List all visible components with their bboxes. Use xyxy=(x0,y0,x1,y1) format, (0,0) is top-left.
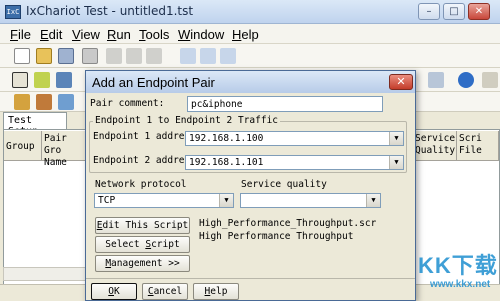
select-pair-icon[interactable] xyxy=(12,72,28,88)
endpoint2-address-value: 192.168.1.101 xyxy=(189,157,264,168)
column-header-pair-group-name[interactable]: Pair Gro Name xyxy=(42,131,86,168)
pair-comment-label: Pair comment: xyxy=(90,98,165,109)
service-quality-label: Service quality xyxy=(241,179,327,190)
select-script-button[interactable]: Select Script xyxy=(95,236,190,253)
maximize-button[interactable]: □ xyxy=(443,3,465,20)
edit-pair-icon[interactable] xyxy=(220,48,236,64)
endpoint2-address-combo[interactable]: 192.168.1.101 ▼ xyxy=(185,155,404,170)
new-file-icon[interactable] xyxy=(14,48,30,64)
script-display-name: High Performance Throughput xyxy=(199,231,354,242)
tab-test-setup[interactable]: Test Setup xyxy=(3,112,67,137)
start-icon[interactable] xyxy=(14,94,30,110)
chevron-down-icon[interactable]: ▼ xyxy=(219,194,233,207)
service-quality-select[interactable]: ▼ xyxy=(240,193,381,208)
endpoint2-label: Endpoint 2 address xyxy=(93,155,196,166)
watermark-url: www.kkx.net xyxy=(430,279,491,290)
menu-run[interactable]: Run xyxy=(107,27,131,42)
horizontal-scrollbar[interactable] xyxy=(3,267,93,281)
dialog-close-button[interactable]: ✕ xyxy=(389,74,413,90)
add-pair-icon[interactable] xyxy=(180,48,196,64)
copy-icon[interactable] xyxy=(126,48,142,64)
minimize-button[interactable]: – xyxy=(418,3,440,20)
more-icon[interactable] xyxy=(482,72,498,88)
run-test-icon[interactable] xyxy=(34,72,50,88)
close-window-button[interactable]: ✕ xyxy=(468,3,490,20)
network-protocol-value: TCP xyxy=(98,195,116,206)
open-folder-icon[interactable] xyxy=(36,48,52,64)
window-title: IxChariot Test - untitled1.tst xyxy=(26,4,194,18)
print-icon[interactable] xyxy=(82,48,98,64)
menu-help[interactable]: Help xyxy=(232,27,259,42)
toolbar-standard xyxy=(0,44,500,68)
endpoint1-address-value: 192.168.1.100 xyxy=(189,133,264,144)
menu-tools[interactable]: Tools xyxy=(139,27,169,42)
abandon-icon[interactable] xyxy=(58,94,74,110)
dialog-title: Add an Endpoint Pair xyxy=(92,75,215,90)
column-header-service-quality[interactable]: Service Quality xyxy=(413,131,457,161)
endpoint1-address-combo[interactable]: 192.168.1.100 ▼ xyxy=(185,131,404,146)
info-icon[interactable] xyxy=(458,72,474,88)
pair-comment-field[interactable]: pc&iphone xyxy=(187,96,383,112)
save-icon[interactable] xyxy=(58,48,74,64)
watermark-logo: KK下载 xyxy=(418,253,498,278)
menu-window[interactable]: Window xyxy=(178,27,224,42)
ok-button[interactable]: OK xyxy=(91,283,137,300)
menu-view[interactable]: View xyxy=(72,27,100,42)
paste-icon[interactable] xyxy=(146,48,162,64)
cancel-button[interactable]: Cancel xyxy=(142,283,188,300)
menu-edit[interactable]: Edit xyxy=(40,27,62,42)
traffic-group-label: Endpoint 1 to Endpoint 2 Traffic xyxy=(93,115,281,126)
chevron-down-icon[interactable]: ▼ xyxy=(366,194,380,207)
script-file-name: High_Performance_Throughput.scr xyxy=(199,218,377,229)
endpoint1-label: Endpoint 1 address xyxy=(93,131,196,142)
column-header-script-file[interactable]: Scri File xyxy=(457,131,499,161)
app-icon: IxC xyxy=(5,5,21,19)
column-header-group[interactable]: Group xyxy=(4,131,42,161)
management-button[interactable]: Management >> xyxy=(95,255,190,272)
chevron-down-icon[interactable]: ▼ xyxy=(389,132,403,145)
dialog-divider xyxy=(86,278,415,279)
network-protocol-label: Network protocol xyxy=(95,179,187,190)
network-icon[interactable] xyxy=(56,72,72,88)
chevron-down-icon[interactable]: ▼ xyxy=(389,156,403,169)
edit-script-button[interactable]: Edit This Script xyxy=(95,217,190,234)
stop-icon[interactable] xyxy=(36,94,52,110)
help-button[interactable]: Help xyxy=(193,283,239,300)
cut-icon[interactable] xyxy=(106,48,122,64)
network-protocol-select[interactable]: TCP ▼ xyxy=(94,193,234,208)
menu-file[interactable]: File xyxy=(10,27,31,42)
options-icon[interactable] xyxy=(428,72,444,88)
add-multicast-icon[interactable] xyxy=(200,48,216,64)
